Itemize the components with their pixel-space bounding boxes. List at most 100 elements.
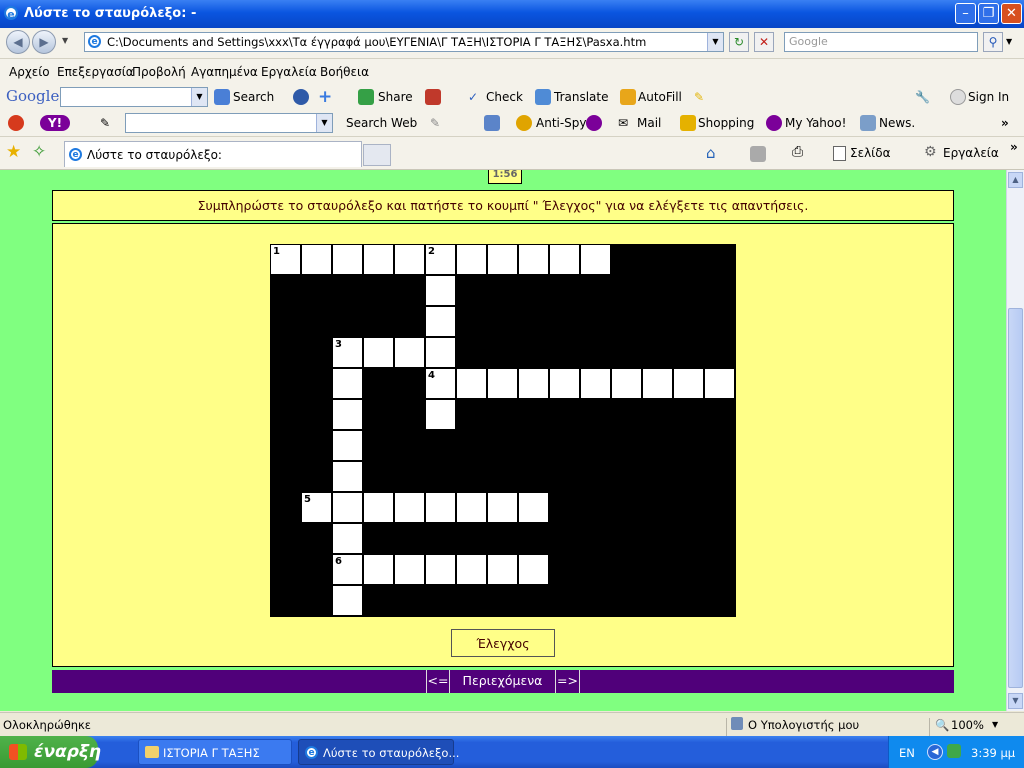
share-button[interactable]: Share [378,90,413,104]
feeds-icon[interactable] [750,146,766,162]
crossword-cell[interactable] [519,555,548,584]
google-search-button[interactable]: Search [233,90,274,104]
my-yahoo-button[interactable]: My Yahoo! [785,116,846,130]
crossword-cell[interactable] [333,400,362,429]
c-icon[interactable] [8,115,24,131]
vertical-scrollbar[interactable]: ▲ ▼ [1006,170,1024,711]
crossword-cell[interactable] [426,307,455,336]
shopping-button[interactable]: Shopping [698,116,754,130]
crossword-cell[interactable] [426,338,455,367]
crossword-cell[interactable] [550,369,579,398]
crossword-cell[interactable]: 2 [426,245,455,274]
forward-button[interactable]: ▶ [32,30,56,54]
crossword-cell[interactable] [395,493,424,522]
maximize-button[interactable]: ❐ [978,3,999,24]
nav-next-button[interactable]: => [556,670,580,693]
close-button[interactable]: ✕ [1001,3,1022,24]
scroll-up-icon[interactable]: ▲ [1008,172,1023,188]
crossword-cell[interactable] [519,245,548,274]
check-button[interactable]: Έλεγχος [451,629,555,657]
crossword-cell[interactable] [581,245,610,274]
crossword-cell[interactable] [488,369,517,398]
more-chevron-icon[interactable]: » [1010,140,1018,154]
search-input[interactable]: Google [784,32,978,52]
highlight-icon[interactable]: ✎ [430,116,440,130]
crossword-cell[interactable] [426,493,455,522]
crossword-cell[interactable] [333,524,362,553]
crossword-cell[interactable] [426,555,455,584]
check-button[interactable]: Check [486,90,523,104]
pencil-icon[interactable]: ✎ [100,116,110,130]
crossword-cell[interactable] [457,369,486,398]
crossword-cell[interactable] [364,555,393,584]
crossword-cell[interactable] [426,276,455,305]
headphones-icon[interactable] [586,115,602,131]
menu-file[interactable]: Αρχείο [9,65,50,79]
crossword-cell[interactable] [333,493,362,522]
yahoo-logo-icon[interactable]: Y! [40,115,70,131]
minimize-button[interactable]: – [955,3,976,24]
crossword-cell[interactable] [705,369,734,398]
crossword-cell[interactable] [488,245,517,274]
crossword-cell[interactable] [333,369,362,398]
crossword-cell[interactable] [488,493,517,522]
crossword-cell[interactable] [333,586,362,615]
crossword-cell[interactable] [457,493,486,522]
highlighter-icon[interactable]: ✎ [694,90,704,104]
crossword-cell[interactable] [550,245,579,274]
sign-in-button[interactable]: Sign In [968,90,1009,104]
zoom-level[interactable]: 100% [951,718,984,732]
menu-tools[interactable]: Εργαλεία [261,65,317,79]
globe-icon[interactable] [293,89,309,105]
menu-edit[interactable]: Επεξεργασία [57,65,134,79]
mail-button[interactable]: Mail [637,116,661,130]
scroll-thumb[interactable] [1008,308,1023,688]
crossword-cell[interactable] [333,462,362,491]
menu-favorites[interactable]: Αγαπημένα [191,65,258,79]
taskbar-item-ie[interactable]: e Λύστε το σταυρόλεξο... [298,739,459,765]
crossword-cell[interactable] [519,369,548,398]
search-options-icon[interactable]: ▼ [1006,37,1012,46]
layout-icon[interactable] [484,115,500,131]
crossword-cell[interactable] [519,493,548,522]
more-chevron-icon[interactable]: » [1001,116,1009,130]
crossword-cell[interactable] [333,245,362,274]
tab-crossword[interactable]: e Λύστε το σταυρόλεξο: [64,141,362,167]
crossword-cell[interactable] [457,245,486,274]
crossword-cell[interactable]: 1 [271,245,300,274]
google-search-input[interactable]: ▼ [60,87,208,107]
zoom-dropdown-icon[interactable]: ▼ [992,720,998,729]
nav-prev-button[interactable]: <= [426,670,450,693]
autofill-button[interactable]: AutoFill [638,90,682,104]
taskbar-item-folder[interactable]: ΙΣΤΟΡΙΑ Γ ΤΑΞΗΣ [138,739,292,765]
network-icon[interactable] [947,744,961,758]
search-web-button[interactable]: Search Web [346,116,417,130]
show-hidden-icons-icon[interactable]: ◀ [927,744,943,760]
print-icon[interactable]: ⎙ [792,144,803,160]
crossword-cell[interactable] [364,493,393,522]
crossword-cell[interactable] [395,338,424,367]
menu-help[interactable]: Βοήθεια [320,65,369,79]
chevron-down-icon[interactable]: ▼ [191,88,207,106]
clock[interactable]: 3:39 μμ [971,746,1015,760]
crossword-cell[interactable]: 4 [426,369,455,398]
crossword-cell[interactable] [457,555,486,584]
menu-view[interactable]: Προβολή [132,65,186,79]
refresh-icon[interactable]: ↻ [729,32,749,52]
stop-icon[interactable]: ✕ [754,32,774,52]
crossword-cell[interactable] [674,369,703,398]
nav-contents-button[interactable]: Περιεχόμενα [450,670,556,693]
chevron-down-icon[interactable]: ▼ [316,114,332,132]
plus-icon[interactable]: + [318,87,332,107]
home-icon[interactable]: ⌂ [706,144,716,162]
crossword-cell[interactable] [488,555,517,584]
crossword-cell[interactable] [426,400,455,429]
popup-blocker-icon[interactable] [425,89,441,105]
crossword-cell[interactable] [581,369,610,398]
crossword-cell[interactable] [302,245,331,274]
scroll-down-icon[interactable]: ▼ [1008,693,1023,709]
address-field[interactable]: e C:\Documents and Settings\xxx\Τα έγγρα… [84,32,724,52]
language-indicator[interactable]: EN [899,746,915,760]
anti-spy-button[interactable]: Anti-Spy [536,116,587,130]
add-favorites-icon[interactable]: ✧ [32,142,46,162]
